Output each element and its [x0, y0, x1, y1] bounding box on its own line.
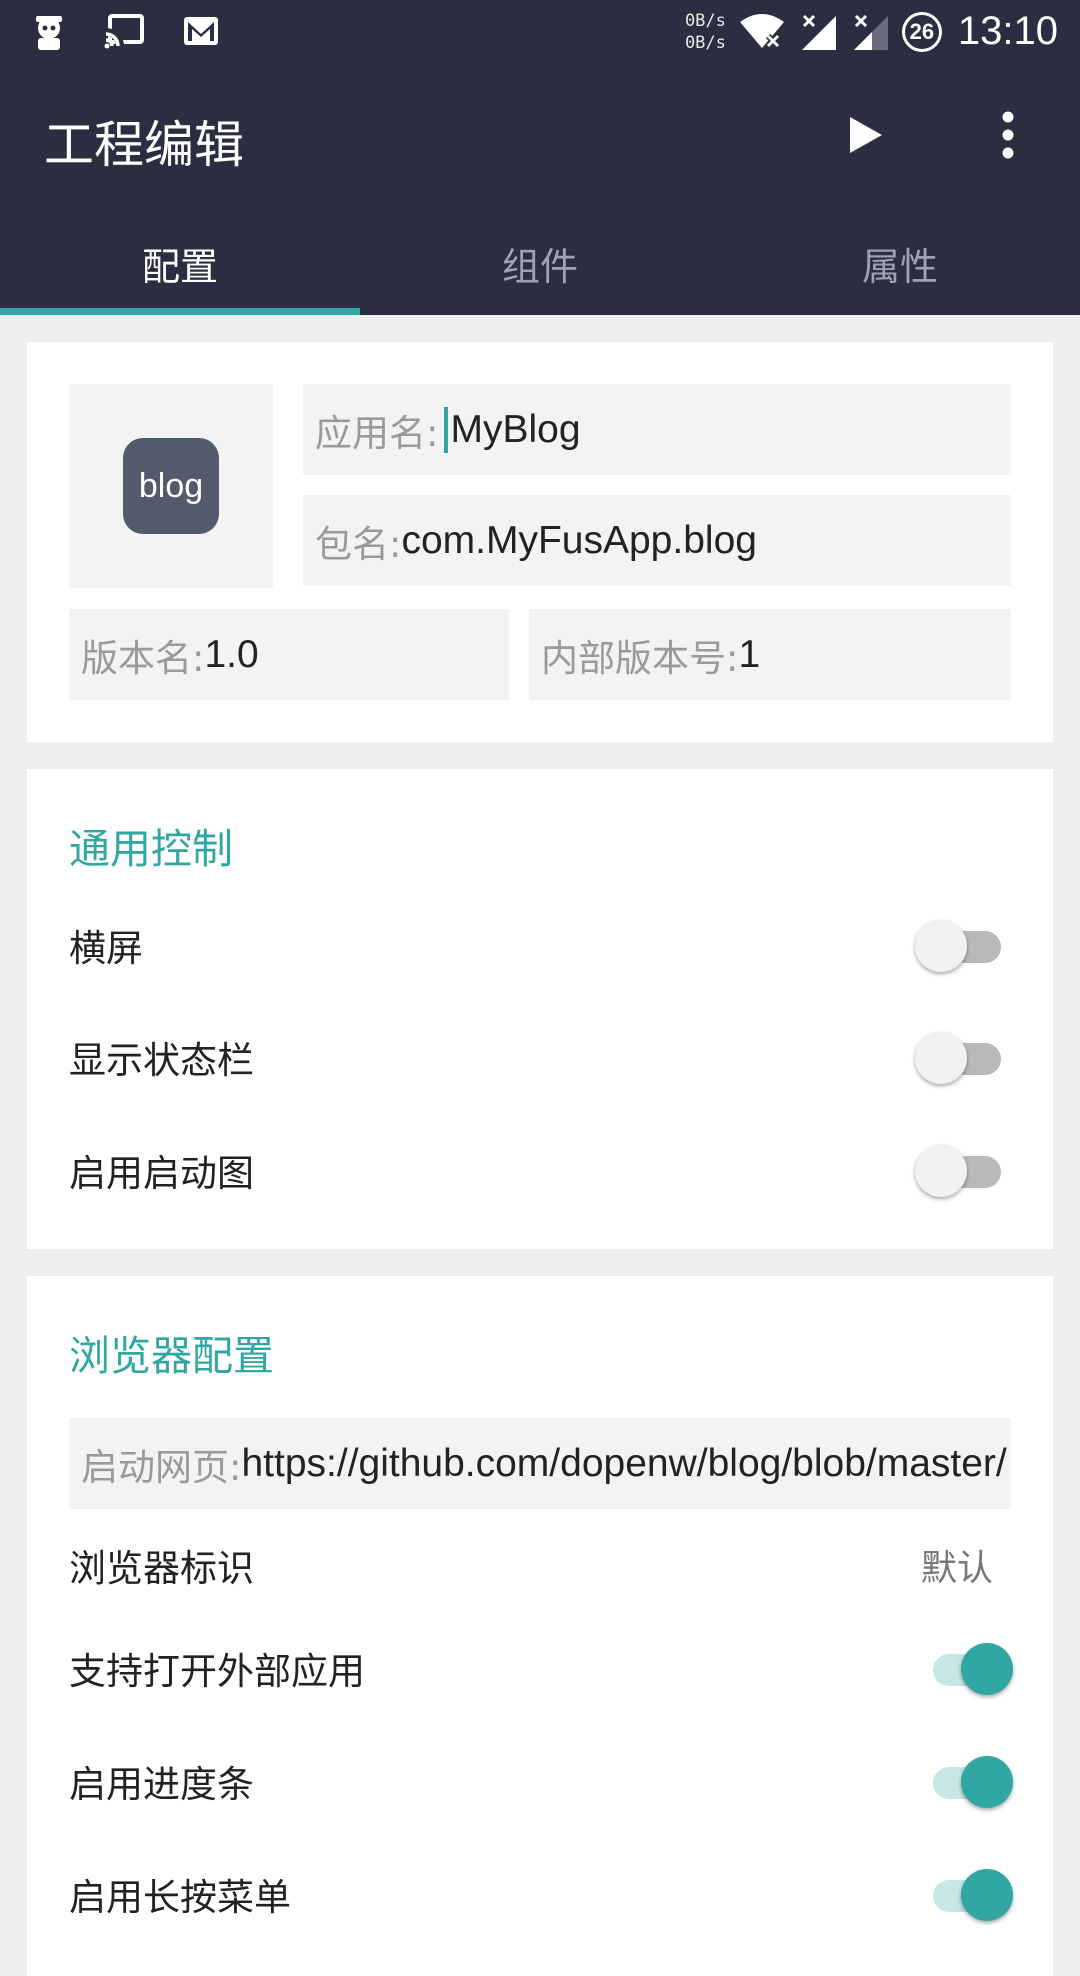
landscape-toggle[interactable] — [915, 915, 1011, 975]
browser-config-card: 浏览器配置 启动网页: https://github.com/dopenw/bl… — [27, 1276, 1053, 1976]
signal-weak-icon — [853, 14, 888, 50]
version-code-value: 1 — [738, 632, 761, 676]
setting-row-status-bar[interactable]: 显示状态栏 — [69, 1027, 1011, 1087]
setting-label: 浏览器标识 — [69, 1547, 254, 1590]
setting-label: 显示状态栏 — [69, 1039, 254, 1082]
app-name-label: 应用名: — [315, 411, 439, 455]
play-icon[interactable] — [832, 103, 896, 167]
start-page-label: 启动网页: — [81, 1445, 242, 1489]
setting-label: 横屏 — [69, 927, 143, 970]
cast-icon — [104, 14, 144, 49]
section-title-browser: 浏览器配置 — [69, 1332, 274, 1380]
version-code-label: 内部版本号: — [541, 636, 739, 680]
text-cursor — [444, 406, 449, 453]
network-speed: 0B/s 0B/s — [684, 10, 726, 53]
splash-toggle[interactable] — [915, 1140, 1011, 1200]
project-info-card: blog 应用名: MyBlog 包名: com.MyFusApp.blog 版… — [27, 342, 1053, 742]
user-agent-value[interactable]: 默认 — [921, 1539, 993, 1591]
app-name-field[interactable]: 应用名: MyBlog — [303, 384, 1011, 475]
gmail-icon — [184, 17, 218, 45]
setting-row-user-agent[interactable]: 浏览器标识 默认 — [69, 1535, 1011, 1595]
version-name-label: 版本名: — [81, 636, 205, 680]
app-name-value: MyBlog — [450, 407, 581, 451]
setting-row-progress-bar[interactable]: 启用进度条 — [69, 1751, 1013, 1811]
signal-no-sim-icon — [801, 14, 836, 50]
page-title: 工程编辑 — [44, 116, 244, 174]
battery-level-badge: 26 — [901, 11, 942, 52]
clock: 13:10 — [957, 9, 1058, 53]
tab-components[interactable]: 组件 — [360, 212, 720, 315]
setting-label: 启用长按菜单 — [69, 1876, 291, 1919]
status-bar-toggle[interactable] — [915, 1027, 1011, 1087]
app-icon-picker[interactable]: blog — [69, 384, 273, 588]
setting-label: 支持打开外部应用 — [69, 1650, 365, 1693]
app-icon: blog — [123, 438, 219, 534]
app-bar: 工程编辑 — [0, 63, 1080, 212]
setting-row-landscape[interactable]: 横屏 — [69, 915, 1011, 975]
external-apps-toggle[interactable] — [915, 1638, 1013, 1698]
wifi-off-icon — [739, 13, 784, 48]
setting-label: 启用启动图 — [69, 1152, 254, 1195]
more-options-icon[interactable] — [976, 103, 1040, 167]
version-code-field[interactable]: 内部版本号: 1 — [529, 609, 1011, 700]
long-press-menu-toggle[interactable] — [915, 1864, 1013, 1924]
setting-label: 启用进度条 — [69, 1763, 254, 1806]
version-name-field[interactable]: 版本名: 1.0 — [69, 609, 509, 700]
status-bar: 0B/s 0B/s 26 13:10 — [0, 0, 1080, 63]
tab-bar: 配置 组件 属性 — [0, 212, 1080, 315]
tab-config[interactable]: 配置 — [0, 212, 360, 315]
setting-row-external-apps[interactable]: 支持打开外部应用 — [69, 1638, 1013, 1698]
setting-row-splash[interactable]: 启用启动图 — [69, 1140, 1011, 1200]
start-page-value: https://github.com/dopenw/blog/blob/mast… — [241, 1441, 1007, 1485]
bot-notification-icon — [36, 16, 62, 50]
general-control-card: 通用控制 横屏 显示状态栏 启用启动图 — [27, 769, 1053, 1249]
setting-row-long-press-menu[interactable]: 启用长按菜单 — [69, 1864, 1013, 1924]
tab-properties[interactable]: 属性 — [720, 212, 1080, 315]
version-name-value: 1.0 — [204, 632, 259, 676]
package-name-field[interactable]: 包名: com.MyFusApp.blog — [303, 495, 1011, 586]
package-name-value: com.MyFusApp.blog — [401, 518, 757, 562]
package-name-label: 包名: — [315, 522, 402, 566]
section-title-general: 通用控制 — [69, 825, 233, 873]
progress-bar-toggle[interactable] — [915, 1751, 1013, 1811]
start-page-field[interactable]: 启动网页: https://github.com/dopenw/blog/blo… — [69, 1418, 1011, 1509]
